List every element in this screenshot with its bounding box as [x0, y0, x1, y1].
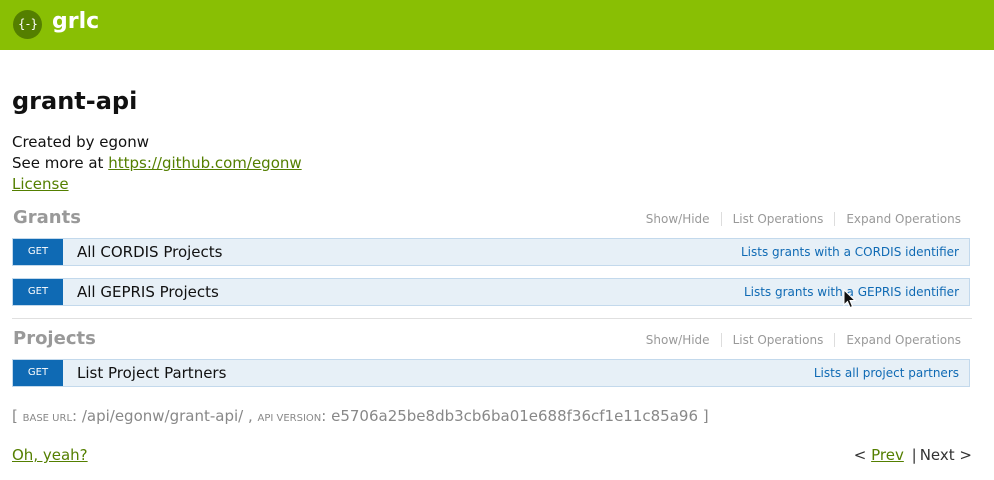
operation-path[interactable]: List Project Partners: [77, 364, 226, 382]
github-link[interactable]: https://github.com/egonw: [108, 154, 301, 172]
top-bar: {-} grlc: [0, 0, 994, 50]
show-hide-link[interactable]: Show/Hide: [635, 212, 721, 226]
pager-separator: |: [911, 446, 917, 464]
operation-row-all-cordis[interactable]: GET All CORDIS Projects Lists grants wit…: [12, 238, 970, 266]
pager: < Prev | Next >: [854, 446, 972, 464]
api-version-label: api version: [257, 413, 322, 424]
api-title: grant-api: [12, 87, 138, 115]
expand-operations-link[interactable]: Expand Operations: [834, 333, 961, 347]
grlc-logo-icon[interactable]: {-}: [13, 10, 42, 39]
section-ops-grants: Show/Hide List Operations Expand Operati…: [635, 212, 961, 226]
section-divider: [12, 318, 972, 319]
oh-yeah-line: Oh, yeah?: [12, 446, 88, 464]
operation-summary[interactable]: Lists all project partners: [814, 366, 959, 380]
show-hide-link[interactable]: Show/Hide: [635, 333, 721, 347]
base-url-label: base url: [22, 413, 73, 424]
method-badge[interactable]: GET: [13, 360, 63, 386]
api-info-footer: [ base url: /api/egonw/grant-api/ , api …: [12, 407, 709, 425]
see-more-prefix: See more at: [12, 154, 109, 172]
operation-path[interactable]: All CORDIS Projects: [77, 243, 222, 261]
oh-yeah-link[interactable]: Oh, yeah?: [12, 446, 88, 464]
operation-row-list-project-partners[interactable]: GET List Project Partners Lists all proj…: [12, 359, 970, 387]
section-title-projects[interactable]: Projects: [13, 328, 96, 349]
mouse-pointer-shape: [843, 289, 857, 309]
pager-gt: >: [959, 446, 972, 464]
api-version-value: : e5706a25be8db3cb6ba01e688f36cf1e11c85a…: [321, 407, 709, 425]
expand-operations-link[interactable]: Expand Operations: [834, 212, 961, 226]
prev-link[interactable]: Prev: [871, 446, 904, 464]
see-more-line: See more at https://github.com/egonw: [12, 154, 302, 172]
list-operations-link[interactable]: List Operations: [720, 212, 835, 226]
operation-summary[interactable]: Lists grants with a CORDIS identifier: [741, 245, 959, 259]
method-badge[interactable]: GET: [13, 279, 63, 305]
pager-lt: <: [853, 446, 867, 464]
operation-row-all-gepris[interactable]: GET All GEPRIS Projects Lists grants wit…: [12, 278, 970, 306]
license-link[interactable]: License: [12, 175, 69, 193]
license-line: License: [12, 175, 69, 193]
section-title-grants[interactable]: Grants: [13, 207, 81, 228]
created-by-text: Created by egonw: [12, 133, 149, 151]
open-bracket: [: [12, 407, 23, 425]
brand-name[interactable]: grlc: [52, 9, 99, 34]
list-operations-link[interactable]: List Operations: [720, 333, 835, 347]
section-ops-projects: Show/Hide List Operations Expand Operati…: [635, 333, 961, 347]
operation-path[interactable]: All GEPRIS Projects: [77, 283, 219, 301]
base-url-value: : /api/egonw/grant-api/ ,: [72, 407, 258, 425]
next-link[interactable]: Next: [920, 446, 955, 464]
method-badge[interactable]: GET: [13, 239, 63, 265]
